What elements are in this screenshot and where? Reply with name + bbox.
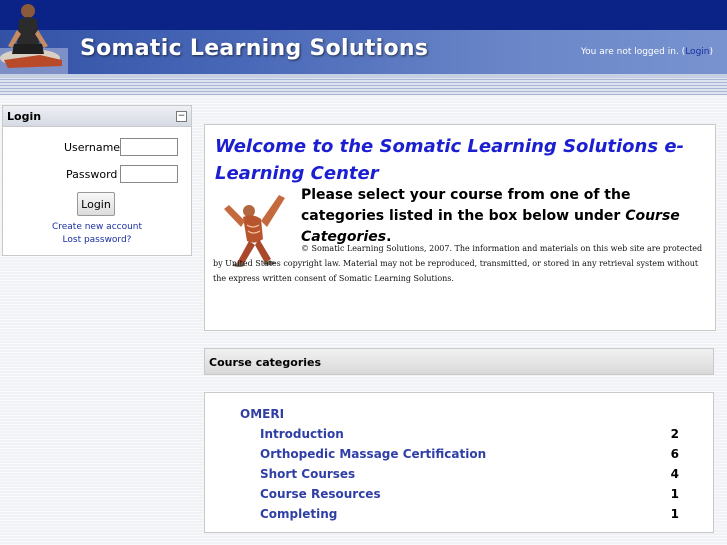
course-link[interactable]: Completing — [260, 507, 337, 521]
course-count: 2 — [670, 427, 679, 441]
course-link[interactable]: Course Resources — [260, 487, 381, 501]
login-status-prefix: You are not logged in. ( — [580, 47, 686, 57]
username-field[interactable] — [120, 138, 178, 156]
course-row: Course Resources 1 — [205, 487, 713, 507]
lost-password-link[interactable]: Lost password? — [3, 235, 191, 245]
course-categories-header: Course categories — [204, 348, 714, 375]
welcome-heading: Welcome to the Somatic Learning Solution… — [215, 136, 685, 184]
course-instruction: Please select your course from one of th… — [301, 185, 711, 248]
course-categories-title: Course categories — [209, 356, 322, 369]
welcome-box: Welcome to the Somatic Learning Solution… — [204, 124, 716, 331]
course-row: Introduction 2 — [205, 427, 713, 447]
course-categories-box: OMERI Introduction 2 Orthopedic Massage … — [204, 392, 714, 533]
login-block: Login − Username Password Login Create n… — [2, 105, 192, 256]
minus-icon[interactable]: − — [176, 111, 187, 122]
course-link[interactable]: Orthopedic Massage Certification — [260, 447, 486, 461]
login-status: You are not logged in. (Login) — [581, 47, 713, 57]
category-link-omeri[interactable]: OMERI — [240, 407, 284, 421]
site-title: Somatic Learning Solutions — [80, 36, 429, 61]
password-label: Password — [66, 168, 118, 181]
username-label: Username — [64, 141, 121, 154]
course-link[interactable]: Short Courses — [260, 467, 355, 481]
course-row: Completing 1 — [205, 507, 713, 527]
course-count: 1 — [670, 487, 679, 501]
instruction-prefix: Please select your course from one of th… — [301, 187, 631, 224]
course-link[interactable]: Introduction — [260, 427, 344, 441]
site-header: Somatic Learning Solutions You are not l… — [0, 0, 727, 96]
password-field[interactable] — [120, 165, 178, 183]
header-login-link[interactable]: Login — [685, 47, 709, 57]
course-count: 4 — [670, 467, 679, 481]
course-count: 1 — [670, 507, 679, 521]
copyright-notice: © Somatic Learning Solutions, 2007. The … — [213, 244, 703, 283]
login-block-header: Login − — [3, 106, 191, 127]
course-count: 6 — [670, 447, 679, 461]
login-block-title: Login — [7, 110, 42, 123]
login-status-suffix: ) — [709, 47, 713, 57]
header-lines — [0, 78, 727, 95]
massage-logo-image — [0, 4, 68, 74]
course-row: Orthopedic Massage Certification 6 — [205, 447, 713, 467]
login-button[interactable]: Login — [77, 192, 115, 216]
create-account-link[interactable]: Create new account — [3, 222, 191, 232]
header-topbar — [0, 0, 727, 30]
course-row: Short Courses 4 — [205, 467, 713, 487]
